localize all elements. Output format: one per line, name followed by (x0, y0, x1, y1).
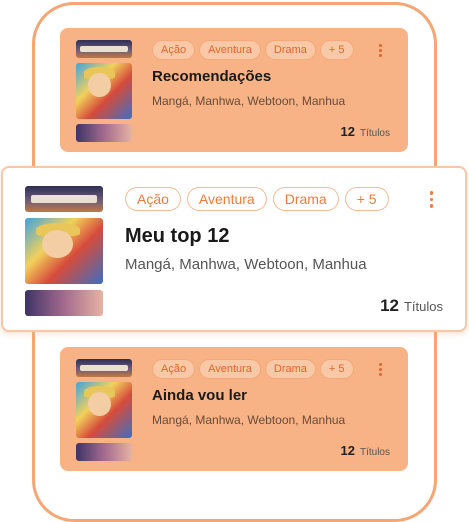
cover-thumbnail (76, 63, 132, 119)
list-card-recomendacoes[interactable]: Ação Aventura Drama + 5 Recomendações Ma… (60, 28, 408, 152)
genre-tags: Ação Aventura Drama + 5 (152, 359, 354, 379)
more-tags-badge[interactable]: + 5 (319, 359, 354, 379)
genre-tag[interactable]: Ação (125, 187, 181, 211)
count-number: 12 (380, 296, 399, 315)
list-types: Mangá, Manhwa, Webtoon, Manhua (152, 94, 346, 108)
genre-tag[interactable]: Drama (264, 40, 316, 60)
list-card-meu-top-12[interactable]: Ação Aventura Drama + 5 Meu top 12 Mangá… (1, 166, 467, 332)
more-vertical-icon[interactable] (429, 191, 433, 208)
cover-stack (76, 359, 132, 461)
more-vertical-icon[interactable] (379, 363, 382, 376)
cover-thumbnail (76, 40, 132, 58)
count-number: 12 (340, 124, 355, 139)
more-vertical-icon[interactable] (379, 44, 382, 57)
list-title: Recomendações (152, 68, 272, 85)
more-tags-badge[interactable]: + 5 (344, 187, 389, 211)
list-title: Ainda vou ler (152, 387, 248, 404)
cover-thumbnail (76, 443, 132, 461)
genre-tags: Ação Aventura Drama + 5 (125, 187, 389, 211)
cover-thumbnail (76, 382, 132, 438)
count-label: Títulos (359, 447, 390, 458)
list-types: Mangá, Manhwa, Webtoon, Manhua (125, 256, 367, 273)
cover-thumbnail (25, 186, 103, 212)
title-count: 12 Títulos (341, 124, 390, 139)
cover-thumbnail (25, 218, 103, 284)
count-number: 12 (340, 443, 355, 458)
list-card-ainda-vou-ler[interactable]: Ação Aventura Drama + 5 Ainda vou ler Ma… (60, 347, 408, 471)
genre-tag[interactable]: Drama (272, 187, 339, 211)
cover-stack (25, 186, 103, 316)
list-types: Mangá, Manhwa, Webtoon, Manhua (152, 413, 346, 427)
title-count: 12 Títulos (341, 443, 390, 458)
cover-stack (76, 40, 132, 142)
genre-tag[interactable]: Aventura (186, 187, 267, 211)
cover-thumbnail (76, 124, 132, 142)
count-label: Títulos (359, 128, 390, 139)
genre-tag[interactable]: Aventura (199, 40, 261, 60)
count-label: Títulos (403, 299, 443, 314)
genre-tags: Ação Aventura Drama + 5 (152, 40, 354, 60)
genre-tag[interactable]: Drama (264, 359, 316, 379)
genre-tag[interactable]: Ação (152, 359, 196, 379)
title-count: 12 Títulos (380, 296, 443, 316)
cover-thumbnail (25, 290, 103, 316)
genre-tag[interactable]: Ação (152, 40, 196, 60)
cover-thumbnail (76, 359, 132, 377)
genre-tag[interactable]: Aventura (199, 359, 261, 379)
more-tags-badge[interactable]: + 5 (319, 40, 354, 60)
list-title: Meu top 12 (125, 225, 230, 247)
